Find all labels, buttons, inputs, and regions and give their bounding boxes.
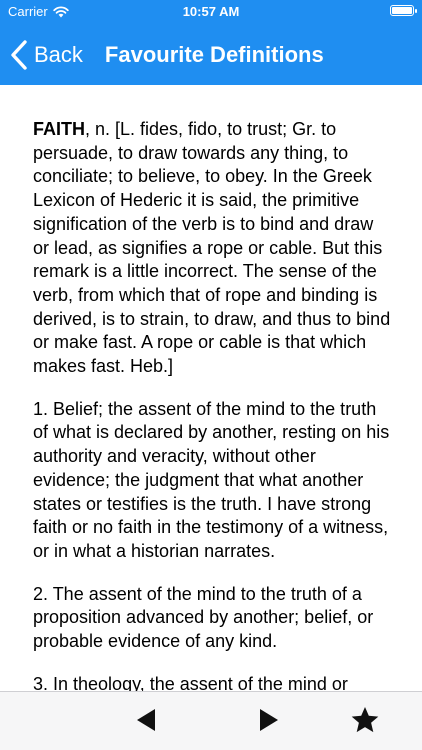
definition-sense: 1. Belief; the assent of the mind to the… — [33, 398, 390, 561]
page-title: Favourite Definitions — [104, 42, 324, 67]
chevron-left-icon — [11, 40, 27, 70]
battery-icon — [390, 5, 417, 16]
previous-button[interactable] — [131, 705, 161, 735]
clock: 10:57 AM — [182, 4, 240, 19]
next-icon — [260, 709, 278, 731]
back-button[interactable]: Back — [0, 39, 83, 71]
bottom-toolbar — [0, 691, 422, 750]
definition-sense: 2. The assent of the mind to the truth o… — [33, 583, 374, 652]
back-label: Back — [34, 42, 83, 67]
status-bar: Carrier 10:57 AM — [0, 0, 422, 24]
definition-etymology-paragraph: FAITH, n. [L. fides, fido, to trust; Gr.… — [33, 118, 393, 379]
next-button[interactable] — [254, 705, 284, 735]
definition-etymology: , n. [L. fides, fido, to trust; Gr. to p… — [33, 119, 391, 377]
favourite-button[interactable] — [350, 705, 380, 735]
nav-bar: Back Favourite Definitions — [0, 30, 422, 80]
definition-term: FAITH — [33, 119, 85, 139]
previous-icon — [137, 709, 155, 731]
definition-content: FAITH, n. [L. fides, fido, to trust; Gr.… — [33, 118, 393, 715]
navigation-header: Carrier 10:57 AM Back Favourite Definiti… — [0, 0, 422, 85]
star-icon — [351, 707, 379, 733]
